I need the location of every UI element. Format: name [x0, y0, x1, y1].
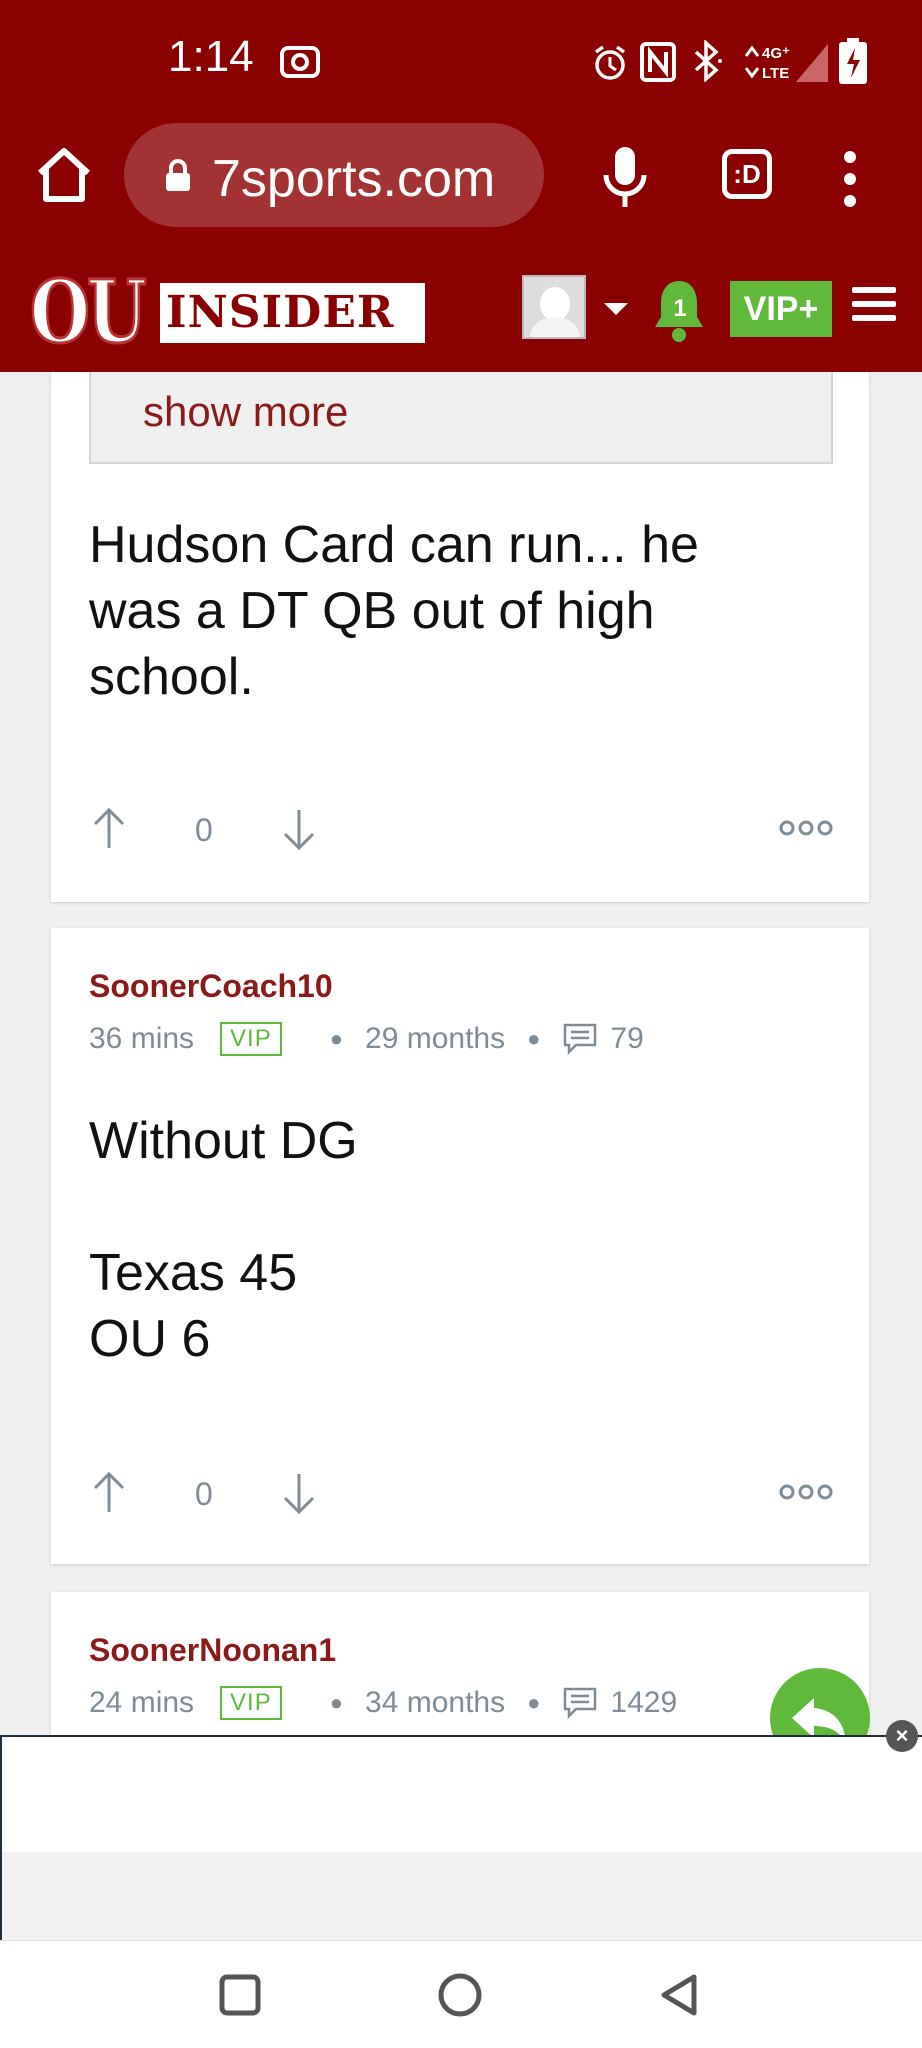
post-card: show more Hudson Card can run... he was … [51, 372, 869, 902]
square-nav-icon[interactable] [216, 1971, 264, 2019]
vote-count: 0 [195, 1476, 213, 1512]
post-body: Hudson Card can run... he was a DT QB ou… [89, 516, 699, 706]
show-more-link[interactable]: show more [143, 388, 348, 436]
post-card: SoonerNoonan1 24 mins VIP ● 34 months ● … [51, 1592, 869, 1742]
close-icon[interactable]: × [886, 1720, 918, 1752]
address-bar[interactable]: 7sports.com [124, 123, 544, 227]
site-header: OU INSIDER 1 VIP+ [0, 255, 922, 372]
downvote-icon[interactable] [279, 1468, 319, 1518]
hamburger-icon[interactable] [852, 287, 896, 325]
site-logo-insider[interactable]: INSIDER [160, 283, 425, 343]
comment-count: 1429 [610, 1686, 678, 1719]
post-body: Without DG Texas 45 OU 6 [89, 1112, 358, 1368]
post-author[interactable]: SoonerCoach10 [89, 968, 333, 1005]
site-logo-ou[interactable]: OU [29, 261, 148, 364]
more-options-icon[interactable] [779, 816, 833, 840]
alarm-icon [594, 45, 626, 80]
circle-nav-icon[interactable] [436, 1971, 484, 2019]
comment-icon [564, 1687, 597, 1720]
post-time: 24 mins [89, 1686, 195, 1719]
downvote-icon[interactable] [279, 804, 319, 854]
show-more-box[interactable]: show more [89, 372, 833, 464]
member-duration: 34 months [365, 1686, 506, 1719]
avatar[interactable] [522, 275, 586, 339]
status-bar: 1:14 4G⁺ LTE [0, 0, 922, 115]
post-author[interactable]: SoonerNoonan1 [89, 1632, 336, 1669]
comment-icon [564, 1023, 597, 1056]
upvote-icon[interactable] [89, 804, 129, 854]
system-nav-bar [0, 1940, 922, 2048]
notification-count: 1 [673, 295, 687, 322]
battery-charging-icon [839, 38, 867, 84]
post-card: SoonerCoach10 36 mins VIP ● 29 months ● … [51, 928, 869, 1564]
member-duration: 29 months [365, 1022, 506, 1055]
ad-banner[interactable] [0, 1735, 922, 1940]
tabs-icon[interactable]: :D [722, 149, 772, 199]
svg-text:LTE: LTE [762, 65, 789, 82]
post-time: 36 mins [89, 1022, 195, 1055]
more-options-icon[interactable] [779, 1480, 833, 1504]
comment-count: 79 [610, 1022, 644, 1055]
more-vert-icon[interactable] [840, 149, 860, 209]
vote-row: 0 [89, 804, 833, 864]
network-type-label: 4G⁺ [762, 45, 790, 62]
nfc-icon [640, 42, 676, 82]
screen-record-icon [280, 46, 320, 78]
chevron-down-icon[interactable] [604, 303, 628, 315]
back-nav-icon[interactable] [656, 1971, 704, 2019]
status-time: 1:14 [168, 32, 254, 81]
url-text: 7sports.com [212, 150, 496, 208]
vip-plus-button[interactable]: VIP+ [730, 281, 832, 337]
vote-count: 0 [195, 812, 213, 848]
lock-icon [166, 159, 190, 191]
bluetooth-icon [694, 40, 722, 82]
vote-row: 0 [89, 1468, 833, 1528]
home-icon[interactable] [34, 145, 94, 205]
upvote-icon[interactable] [89, 1468, 129, 1518]
post-meta: 24 mins VIP ● 34 months ● 1429 [89, 1686, 678, 1720]
vip-badge: VIP [220, 1022, 282, 1056]
browser-toolbar: 7sports.com :D [0, 115, 922, 255]
mic-icon[interactable] [600, 145, 650, 209]
vip-badge: VIP [220, 1686, 282, 1720]
post-meta: 36 mins VIP ● 29 months ● 79 [89, 1022, 644, 1056]
signal-icon: 4G⁺ LTE [744, 44, 828, 82]
